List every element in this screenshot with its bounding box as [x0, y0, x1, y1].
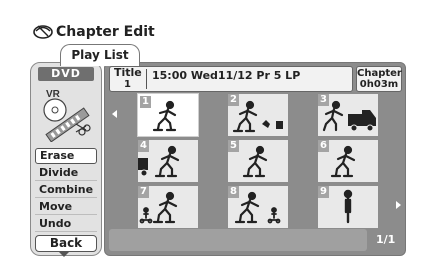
- chapter-number: 9: [318, 186, 329, 198]
- title-divider: [146, 69, 147, 89]
- chapter-edit-icon: [32, 22, 54, 40]
- previous-page-arrow-icon[interactable]: [112, 110, 117, 118]
- chapter-number: 2: [228, 94, 239, 106]
- menu-erase[interactable]: Erase: [35, 148, 97, 164]
- chapter-thumbnail-5[interactable]: 5: [228, 140, 288, 182]
- chapter-number: 8: [228, 186, 239, 198]
- tab-play-list[interactable]: Play List: [60, 44, 140, 66]
- back-button[interactable]: Back: [35, 235, 97, 252]
- scroll-down-icon: [59, 252, 69, 257]
- chapter-number: 7: [138, 186, 149, 198]
- chapter-thumbnail-2[interactable]: 2: [228, 94, 288, 136]
- chapter-time: 0h03m: [359, 79, 399, 90]
- chapter-thumbnail-6[interactable]: 6: [318, 140, 378, 182]
- menu-divide[interactable]: Divide: [35, 165, 97, 181]
- chapter-number: 6: [318, 140, 329, 152]
- disc-label: VR: [46, 89, 61, 100]
- chapter-number: 4: [138, 140, 149, 152]
- chapter-thumbnail-4[interactable]: 4: [138, 140, 198, 182]
- chapter-thumbnail-7[interactable]: 7: [138, 186, 198, 228]
- chapter-number: 1: [140, 96, 151, 108]
- menu-combine[interactable]: Combine: [35, 182, 97, 198]
- chapter-number: 5: [228, 140, 239, 152]
- status-bar: [109, 229, 367, 251]
- chapter-number: 3: [318, 94, 329, 106]
- next-page-arrow-icon[interactable]: [396, 201, 401, 209]
- chapter-thumbnail-8[interactable]: 8: [228, 186, 288, 228]
- title-number: 1: [124, 79, 131, 90]
- chapter-thumbnail-1[interactable]: 1: [138, 94, 198, 136]
- title-details: 15:00 Wed11/12 Pr 5 LP: [152, 69, 301, 82]
- menu-undo[interactable]: Undo: [35, 216, 97, 232]
- chapter-info-box: Chapter 0h03m: [356, 66, 402, 92]
- chapter-thumbnail-3[interactable]: 3: [318, 94, 378, 136]
- page-title: Chapter Edit: [56, 24, 155, 40]
- chapter-thumbnail-9[interactable]: 9: [318, 186, 378, 228]
- dvd-badge: DVD: [38, 67, 94, 81]
- menu-move[interactable]: Move: [35, 199, 97, 215]
- page-indicator: 1/1: [376, 233, 396, 246]
- chapter-label: Chapter: [357, 68, 402, 79]
- title-label: Title: [114, 66, 142, 79]
- dvd-vr-disc-icon: VR: [38, 84, 94, 143]
